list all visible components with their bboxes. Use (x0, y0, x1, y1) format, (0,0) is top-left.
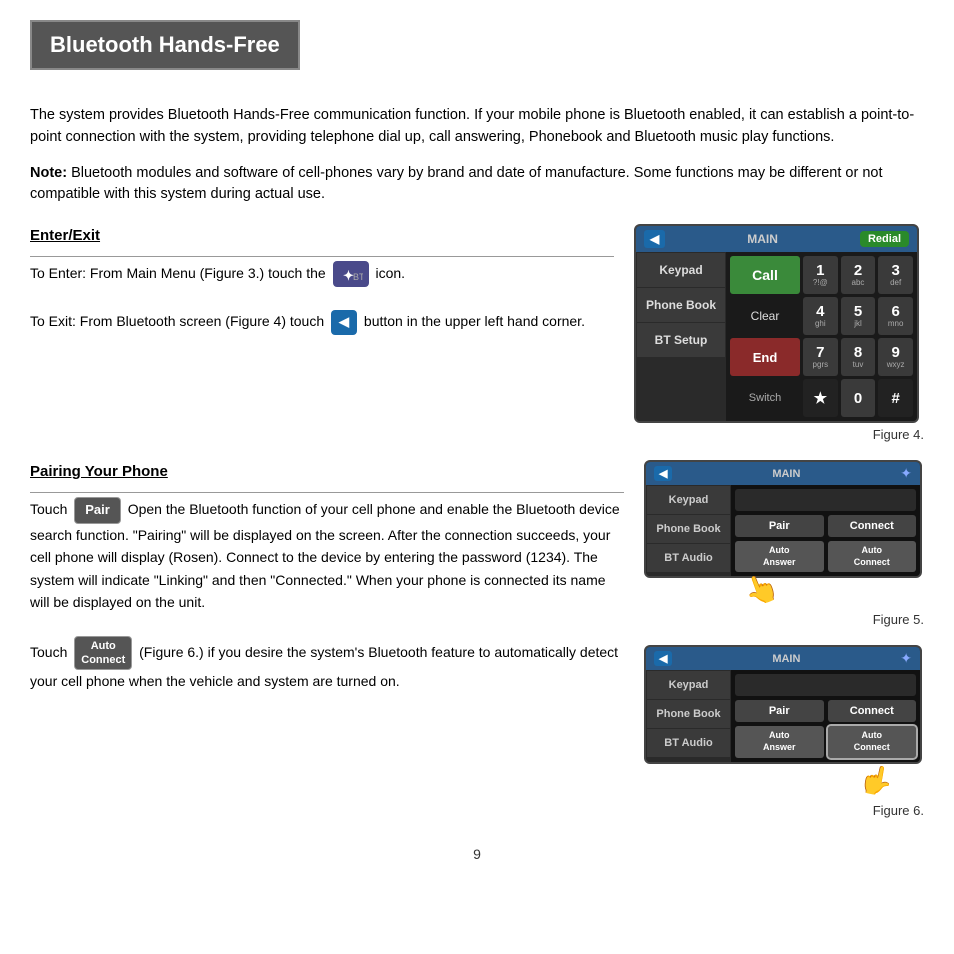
screen6-connect-btn[interactable]: Connect (828, 700, 917, 722)
screen5-menu-btaudio[interactable]: BT Audio (647, 544, 730, 572)
screen6-menu-btaudio[interactable]: BT Audio (647, 729, 730, 757)
figure4-area: ◀ MAIN Redial Keypad Phone Book BT Setup… (634, 224, 924, 442)
note-paragraph: Note: Bluetooth modules and software of … (30, 163, 924, 207)
screen6-bt-symbol: ✦ (900, 650, 912, 667)
screen6-auto-answer-btn[interactable]: AutoAnswer (735, 726, 824, 757)
screen6-menu: Keypad Phone Book BT Audio (646, 670, 731, 761)
pairing-section: Pairing Your Phone Touch Pair Open the B… (30, 460, 924, 826)
screen4-menu-btsetup[interactable]: BT Setup (637, 323, 725, 357)
screen5-auto-answer-btn[interactable]: AutoAnswer (735, 541, 824, 572)
screen5-connect-btn[interactable]: Connect (828, 515, 917, 537)
enter-exit-heading: Enter/Exit (30, 224, 614, 248)
key-5[interactable]: 5 jkl (841, 297, 876, 335)
key-2[interactable]: 2 abc (841, 256, 876, 294)
note-label: Note: (30, 165, 67, 181)
screen4-header: ◀ MAIN Redial (636, 226, 917, 252)
screen5-header: ◀ MAIN ✦ (646, 462, 920, 485)
switch-button[interactable]: Switch (730, 379, 800, 417)
screen6-menu-phonebook[interactable]: Phone Book (647, 700, 730, 728)
screen5-main-label: MAIN (678, 468, 894, 480)
page-number: 9 (30, 846, 924, 862)
intro-paragraph: The system provides Bluetooth Hands-Free… (30, 105, 924, 149)
screen5-menu-phonebook[interactable]: Phone Book (647, 515, 730, 543)
pairing-paragraph2: Touch AutoConnect (Figure 6.) if you des… (30, 636, 624, 693)
screen6-pair-btn[interactable]: Pair (735, 700, 824, 722)
screen5-bt-symbol: ✦ (900, 465, 912, 482)
screen6-main-label: MAIN (678, 653, 894, 665)
screen4-menu: Keypad Phone Book BT Setup (636, 252, 726, 421)
back-button-inline: ◀ (331, 310, 357, 335)
screen6-menu-keypad[interactable]: Keypad (647, 671, 730, 699)
finger-pointer-6: 👆 (857, 761, 897, 800)
screen4-menu-keypad[interactable]: Keypad (637, 253, 725, 287)
screen5-buttons-row1: Pair Connect (735, 515, 916, 537)
screen6-right: Pair Connect AutoAnswer AutoConnect (731, 670, 920, 761)
screen4-redial[interactable]: Redial (860, 231, 909, 247)
exit-text: To Exit: From Bluetooth screen (Figure 4… (30, 310, 614, 335)
enter-text: To Enter: From Main Menu (Figure 3.) tou… (30, 261, 614, 287)
note-text: Bluetooth modules and software of cell-p… (30, 165, 883, 203)
key-7[interactable]: 7 pgrs (803, 338, 838, 376)
screen5-back[interactable]: ◀ (654, 466, 672, 481)
screen6-auto-connect-btn[interactable]: AutoConnect (828, 726, 917, 757)
screen5-buttons-row2: AutoAnswer AutoConnect (735, 541, 916, 572)
key-hash[interactable]: # (878, 379, 913, 417)
clear-button[interactable]: Clear (730, 297, 800, 335)
key-6[interactable]: 6 mno (878, 297, 913, 335)
bt-icon: ✦ BT (333, 261, 369, 287)
screen5-pair-btn[interactable]: Pair (735, 515, 824, 537)
svg-text:BT: BT (353, 272, 363, 282)
figure6-wrap: ◀ MAIN ✦ Keypad Phone Book BT Audio Pair (644, 645, 924, 817)
pairing-paragraph1: Touch Pair Open the Bluetooth function o… (30, 497, 624, 613)
key-8[interactable]: 8 tuv (841, 338, 876, 376)
figure5-label: Figure 5. (644, 612, 924, 627)
screen5-menu: Keypad Phone Book BT Audio (646, 485, 731, 576)
end-button[interactable]: End (730, 338, 800, 376)
bt-screen-figure5: ◀ MAIN ✦ Keypad Phone Book BT Audio Pair (644, 460, 922, 578)
figure5-wrap: ◀ MAIN ✦ Keypad Phone Book BT Audio Pair (644, 460, 924, 627)
screen6-header: ◀ MAIN ✦ (646, 647, 920, 670)
screen6-buttons-row1: Pair Connect (735, 700, 916, 722)
figure4-label: Figure 4. (634, 427, 924, 442)
screen4-main-label: MAIN (671, 232, 854, 246)
bt-screen-figure4: ◀ MAIN Redial Keypad Phone Book BT Setup… (634, 224, 919, 423)
screen6-back[interactable]: ◀ (654, 651, 672, 666)
pairing-heading: Pairing Your Phone (30, 460, 624, 484)
key-4[interactable]: 4 ghi (803, 297, 838, 335)
bt-screen-figure6: ◀ MAIN ✦ Keypad Phone Book BT Audio Pair (644, 645, 922, 763)
screen5-body: Keypad Phone Book BT Audio Pair Connect … (646, 485, 920, 576)
screen4-menu-phonebook[interactable]: Phone Book (637, 288, 725, 322)
key-3[interactable]: 3 def (878, 256, 913, 294)
key-0[interactable]: 0 (841, 379, 876, 417)
pairing-left: Pairing Your Phone Touch Pair Open the B… (30, 460, 624, 826)
screen5-display (735, 489, 916, 511)
screen4-back[interactable]: ◀ (644, 230, 665, 248)
screen6-buttons-row2: AutoAnswer AutoConnect (735, 726, 916, 757)
figure6-label: Figure 6. (644, 803, 924, 818)
key-9[interactable]: 9 wxyz (878, 338, 913, 376)
screen4-keypad: Call 1 ?!@ 2 abc 3 def Clear (726, 252, 917, 421)
screen5-right: Pair Connect AutoAnswer AutoConnect (731, 485, 920, 576)
pair-button-inline[interactable]: Pair (74, 497, 121, 524)
screen6-body: Keypad Phone Book BT Audio Pair Connect … (646, 670, 920, 761)
auto-connect-button-inline[interactable]: AutoConnect (74, 636, 132, 671)
screen4-body: Keypad Phone Book BT Setup Call 1 ?!@ 2 … (636, 252, 917, 421)
key-1[interactable]: 1 ?!@ (803, 256, 838, 294)
pairing-right: ◀ MAIN ✦ Keypad Phone Book BT Audio Pair (644, 460, 924, 826)
screen6-display (735, 674, 916, 696)
enter-exit-left: Enter/Exit To Enter: From Main Menu (Fig… (30, 224, 614, 442)
page-title: Bluetooth Hands-Free (30, 20, 300, 70)
call-button[interactable]: Call (730, 256, 800, 294)
screen5-menu-keypad[interactable]: Keypad (647, 486, 730, 514)
enter-exit-section: Enter/Exit To Enter: From Main Menu (Fig… (30, 224, 924, 442)
screen5-auto-connect-btn[interactable]: AutoConnect (828, 541, 917, 572)
key-star[interactable]: ★ (803, 379, 838, 417)
